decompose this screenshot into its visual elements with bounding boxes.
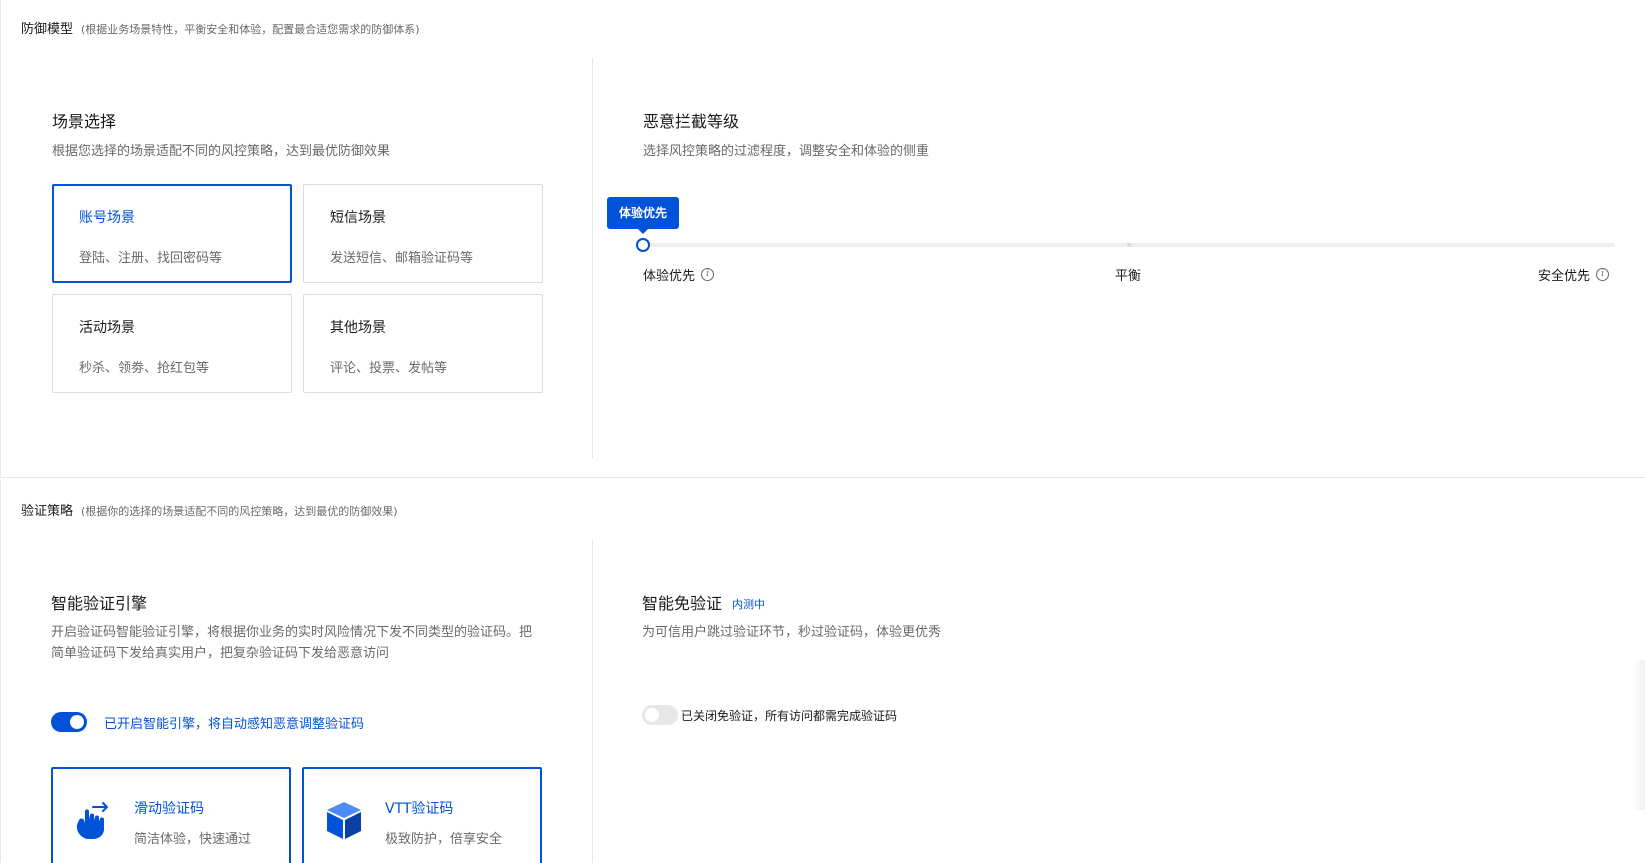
section-header: 防御模型 (根据业务场景特性，平衡安全和体验，配置最合适您需求的防御体系)	[21, 18, 420, 37]
captcha-type-slide[interactable]: 滑动验证码 简洁体验，快速通过	[51, 767, 291, 863]
slider-label-text: 平衡	[1115, 269, 1142, 284]
card-title: 其他场景	[330, 320, 386, 336]
cube-icon	[327, 802, 361, 839]
intercept-desc: 选择风控策略的过滤程度，调整安全和体验的侧重	[643, 144, 930, 159]
free-verify-title: 智能免验证	[642, 594, 723, 613]
scene-card-account[interactable]: 账号场景 登陆、注册、找回密码等	[52, 184, 292, 283]
defense-model-section: 防御模型 (根据业务场景特性，平衡安全和体验，配置最合适您需求的防御体系) 场景…	[0, 0, 1645, 478]
card-desc: 登陆、注册、找回密码等	[79, 251, 223, 266]
card-title: 账号场景	[79, 210, 135, 226]
scene-desc: 根据您选择的场景适配不同的风控策略，达到最优防御效果	[52, 144, 391, 159]
card-desc: 评论、投票、发帖等	[330, 361, 448, 376]
captcha-type-desc: 简洁体验，快速通过	[134, 832, 252, 847]
section-desc: (根据你的选择的场景适配不同的风控策略，达到最优的防御效果)	[81, 505, 398, 518]
section-title: 防御模型	[21, 22, 74, 37]
column-divider	[592, 58, 593, 458]
info-icon[interactable]: i	[701, 268, 715, 281]
toggle-knob	[70, 715, 84, 729]
info-icon[interactable]: i	[1596, 268, 1610, 281]
engine-toggle-label: 已开启智能引擎，将自动感知恶意调整验证码	[104, 717, 365, 732]
intercept-slider-thumb[interactable]	[636, 238, 650, 252]
scene-card-sms[interactable]: 短信场景 发送短信、邮箱验证码等	[303, 184, 543, 283]
toggle-knob	[645, 708, 659, 722]
free-verify-desc: 为可信用户跳过验证环节，秒过验证码，体验更优秀	[642, 625, 942, 640]
slider-label-security: 安全优先 i	[1538, 265, 1610, 284]
free-verify-toggle[interactable]	[642, 705, 678, 725]
slider-tooltip: 体验优先	[607, 197, 680, 234]
card-desc: 发送短信、邮箱验证码等	[330, 251, 474, 266]
section-header: 验证策略 (根据你的选择的场景适配不同的风控策略，达到最优的防御效果)	[21, 500, 398, 519]
section-desc: (根据业务场景特性，平衡安全和体验，配置最合适您需求的防御体系)	[81, 23, 420, 36]
edge-shadow	[1631, 660, 1645, 810]
slider-mid-mark	[1127, 243, 1131, 247]
captcha-type-title: 滑动验证码	[134, 801, 204, 817]
slider-label-experience: 体验优先 i	[643, 265, 715, 284]
captcha-type-desc: 极致防护，倍享安全	[385, 832, 503, 847]
engine-title: 智能验证引擎	[51, 594, 148, 613]
slider-label-balance: 平衡	[1115, 265, 1141, 284]
column-divider	[592, 540, 593, 863]
slider-label-text: 安全优先	[1538, 269, 1591, 284]
scene-card-activity[interactable]: 活动场景 秒杀、领劵、抢红包等	[52, 294, 292, 393]
card-title: 活动场景	[79, 320, 135, 336]
free-verify-toggle-label: 已关闭免验证，所有访问都需完成验证码	[681, 709, 898, 723]
intercept-title: 恶意拦截等级	[643, 112, 740, 131]
page: 防御模型 (根据业务场景特性，平衡安全和体验，配置最合适您需求的防御体系) 场景…	[0, 0, 1645, 863]
captcha-type-title: VTT验证码	[385, 801, 454, 817]
scene-title: 场景选择	[52, 112, 117, 131]
beta-tag: 内测中	[732, 598, 765, 611]
section-title: 验证策略	[21, 504, 74, 519]
engine-desc: 开启验证码智能验证引擎，将根据你业务的实时风险情况下发不同类型的验证码。把简单验…	[51, 625, 533, 661]
hand-swipe-icon	[76, 802, 108, 839]
scene-card-other[interactable]: 其他场景 评论、投票、发帖等	[303, 294, 543, 393]
card-title: 短信场景	[330, 210, 386, 226]
captcha-type-vtt[interactable]: VTT验证码 极致防护，倍享安全	[302, 767, 542, 863]
card-desc: 秒杀、领劵、抢红包等	[79, 361, 210, 376]
slider-label-text: 体验优先	[643, 269, 696, 284]
engine-toggle[interactable]	[51, 712, 87, 732]
